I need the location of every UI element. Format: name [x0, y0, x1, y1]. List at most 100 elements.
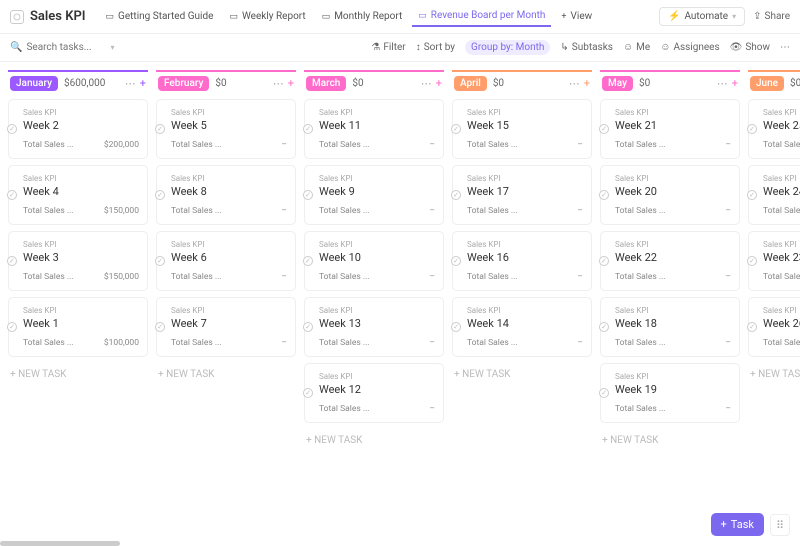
complete-toggle[interactable]: ✓ — [599, 388, 609, 398]
task-card[interactable]: ✓Sales KPIWeek 23Total Sales ...– — [748, 231, 800, 291]
complete-toggle[interactable]: ✓ — [599, 322, 609, 332]
new-task-button[interactable]: + NEW TASK — [748, 363, 800, 386]
plus-icon[interactable]: + — [288, 77, 294, 90]
complete-toggle[interactable]: ✓ — [155, 322, 165, 332]
task-card[interactable]: ✓Sales KPIWeek 26Total Sales ...– — [748, 297, 800, 357]
sort-button[interactable]: ↕Sort by — [416, 42, 455, 53]
task-card[interactable]: ✓Sales KPIWeek 8Total Sales ...– — [156, 165, 296, 225]
task-card[interactable]: ✓Sales KPIWeek 2Total Sales ...$200,000 — [8, 99, 148, 159]
task-card[interactable]: ✓Sales KPIWeek 6Total Sales ...– — [156, 231, 296, 291]
new-task-button[interactable]: + NEW TASK — [600, 429, 740, 452]
task-card[interactable]: ✓Sales KPIWeek 12Total Sales ...– — [304, 363, 444, 423]
more-icon[interactable]: ⋯ — [421, 77, 432, 90]
task-card[interactable]: ✓Sales KPIWeek 4Total Sales ...$150,000 — [8, 165, 148, 225]
filter-button[interactable]: ⚗Filter — [371, 42, 405, 53]
plus-icon[interactable]: + — [140, 77, 146, 90]
share-button[interactable]: ⇪ Share — [753, 11, 790, 22]
complete-toggle[interactable]: ✓ — [747, 124, 757, 134]
plus-icon[interactable]: + — [436, 77, 442, 90]
add-view-tab[interactable]: +View — [555, 6, 598, 27]
complete-toggle[interactable]: ✓ — [7, 124, 17, 134]
complete-toggle[interactable]: ✓ — [599, 256, 609, 266]
chevron-down-icon[interactable]: ▾ — [110, 43, 114, 52]
view-tab[interactable]: ▭Monthly Report — [316, 6, 409, 27]
column-label[interactable]: May — [602, 76, 633, 91]
new-task-button[interactable]: + NEW TASK — [304, 429, 444, 452]
complete-toggle[interactable]: ✓ — [303, 322, 313, 332]
more-icon[interactable]: ⋯ — [273, 77, 284, 90]
task-card[interactable]: ✓Sales KPIWeek 17Total Sales ...– — [452, 165, 592, 225]
task-card[interactable]: ✓Sales KPIWeek 10Total Sales ...– — [304, 231, 444, 291]
more-icon[interactable]: ⋯ — [717, 77, 728, 90]
card-field-row: Total Sales ...– — [763, 140, 800, 150]
task-card[interactable]: ✓Sales KPIWeek 18Total Sales ...– — [600, 297, 740, 357]
card-field-row: Total Sales ...– — [763, 272, 800, 282]
task-card[interactable]: ✓Sales KPIWeek 22Total Sales ...– — [600, 231, 740, 291]
complete-toggle[interactable]: ✓ — [451, 322, 461, 332]
task-card[interactable]: ✓Sales KPIWeek 16Total Sales ...– — [452, 231, 592, 291]
me-button[interactable]: ☺Me — [623, 42, 650, 53]
task-card[interactable]: ✓Sales KPIWeek 3Total Sales ...$150,000 — [8, 231, 148, 291]
complete-toggle[interactable]: ✓ — [747, 256, 757, 266]
column-label[interactable]: February — [158, 76, 209, 91]
new-task-button[interactable]: + NEW TASK — [156, 363, 296, 386]
new-task-button[interactable]: + NEW TASK — [8, 363, 148, 386]
new-task-fab[interactable]: + Task — [711, 513, 764, 536]
complete-toggle[interactable]: ✓ — [7, 190, 17, 200]
assignees-button[interactable]: ☺Assignees — [660, 42, 719, 53]
card-field-row: Total Sales ...– — [171, 140, 287, 150]
task-card[interactable]: ✓Sales KPIWeek 20Total Sales ...– — [600, 165, 740, 225]
more-icon[interactable]: ⋯ — [569, 77, 580, 90]
show-button[interactable]: 👁Show — [730, 42, 770, 53]
task-card[interactable]: ✓Sales KPIWeek 14Total Sales ...– — [452, 297, 592, 357]
complete-toggle[interactable]: ✓ — [599, 124, 609, 134]
card-title: Week 18 — [615, 317, 731, 330]
view-tab[interactable]: ▭Revenue Board per Month — [412, 6, 551, 27]
new-task-button[interactable]: + NEW TASK — [452, 363, 592, 386]
task-card[interactable]: ✓Sales KPIWeek 7Total Sales ...– — [156, 297, 296, 357]
task-card[interactable]: ✓Sales KPIWeek 25Total Sales ...– — [748, 99, 800, 159]
column-label[interactable]: March — [306, 76, 346, 91]
plus-icon[interactable]: + — [732, 77, 738, 90]
fab-expand[interactable]: ⠿ — [770, 514, 790, 536]
complete-toggle[interactable]: ✓ — [303, 388, 313, 398]
complete-toggle[interactable]: ✓ — [451, 190, 461, 200]
task-card[interactable]: ✓Sales KPIWeek 11Total Sales ...– — [304, 99, 444, 159]
task-card[interactable]: ✓Sales KPIWeek 21Total Sales ...– — [600, 99, 740, 159]
complete-toggle[interactable]: ✓ — [747, 190, 757, 200]
view-tab[interactable]: ▭Getting Started Guide — [100, 6, 220, 27]
complete-toggle[interactable]: ✓ — [155, 124, 165, 134]
task-card[interactable]: ✓Sales KPIWeek 1Total Sales ...$100,000 — [8, 297, 148, 357]
scrollbar[interactable] — [0, 541, 120, 546]
view-tab[interactable]: ▭Weekly Report — [223, 6, 311, 27]
column-sum: $0 — [352, 78, 363, 89]
more-button[interactable]: ⋯ — [780, 42, 790, 53]
column-label[interactable]: January — [10, 76, 58, 91]
task-card[interactable]: ✓Sales KPIWeek 19Total Sales ...– — [600, 363, 740, 423]
subtasks-button[interactable]: ↳Subtasks — [560, 42, 613, 53]
complete-toggle[interactable]: ✓ — [451, 256, 461, 266]
automate-button[interactable]: ⚡ Automate ▾ — [659, 7, 745, 26]
complete-toggle[interactable]: ✓ — [7, 322, 17, 332]
column-label[interactable]: June — [750, 76, 784, 91]
task-card[interactable]: ✓Sales KPIWeek 9Total Sales ...– — [304, 165, 444, 225]
complete-toggle[interactable]: ✓ — [303, 190, 313, 200]
group-by-pill[interactable]: Group by: Month — [465, 40, 550, 55]
complete-toggle[interactable]: ✓ — [303, 256, 313, 266]
complete-toggle[interactable]: ✓ — [7, 256, 17, 266]
complete-toggle[interactable]: ✓ — [303, 124, 313, 134]
complete-toggle[interactable]: ✓ — [599, 190, 609, 200]
more-icon[interactable]: ⋯ — [125, 77, 136, 90]
task-card[interactable]: ✓Sales KPIWeek 15Total Sales ...– — [452, 99, 592, 159]
column-label[interactable]: April — [454, 76, 487, 91]
complete-toggle[interactable]: ✓ — [451, 124, 461, 134]
complete-toggle[interactable]: ✓ — [155, 190, 165, 200]
card-list-label: Sales KPI — [319, 306, 435, 315]
task-card[interactable]: ✓Sales KPIWeek 24Total Sales ...– — [748, 165, 800, 225]
complete-toggle[interactable]: ✓ — [747, 322, 757, 332]
task-card[interactable]: ✓Sales KPIWeek 5Total Sales ...– — [156, 99, 296, 159]
search-input[interactable]: 🔍 ▾ — [10, 42, 120, 53]
task-card[interactable]: ✓Sales KPIWeek 13Total Sales ...– — [304, 297, 444, 357]
plus-icon[interactable]: + — [584, 77, 590, 90]
complete-toggle[interactable]: ✓ — [155, 256, 165, 266]
